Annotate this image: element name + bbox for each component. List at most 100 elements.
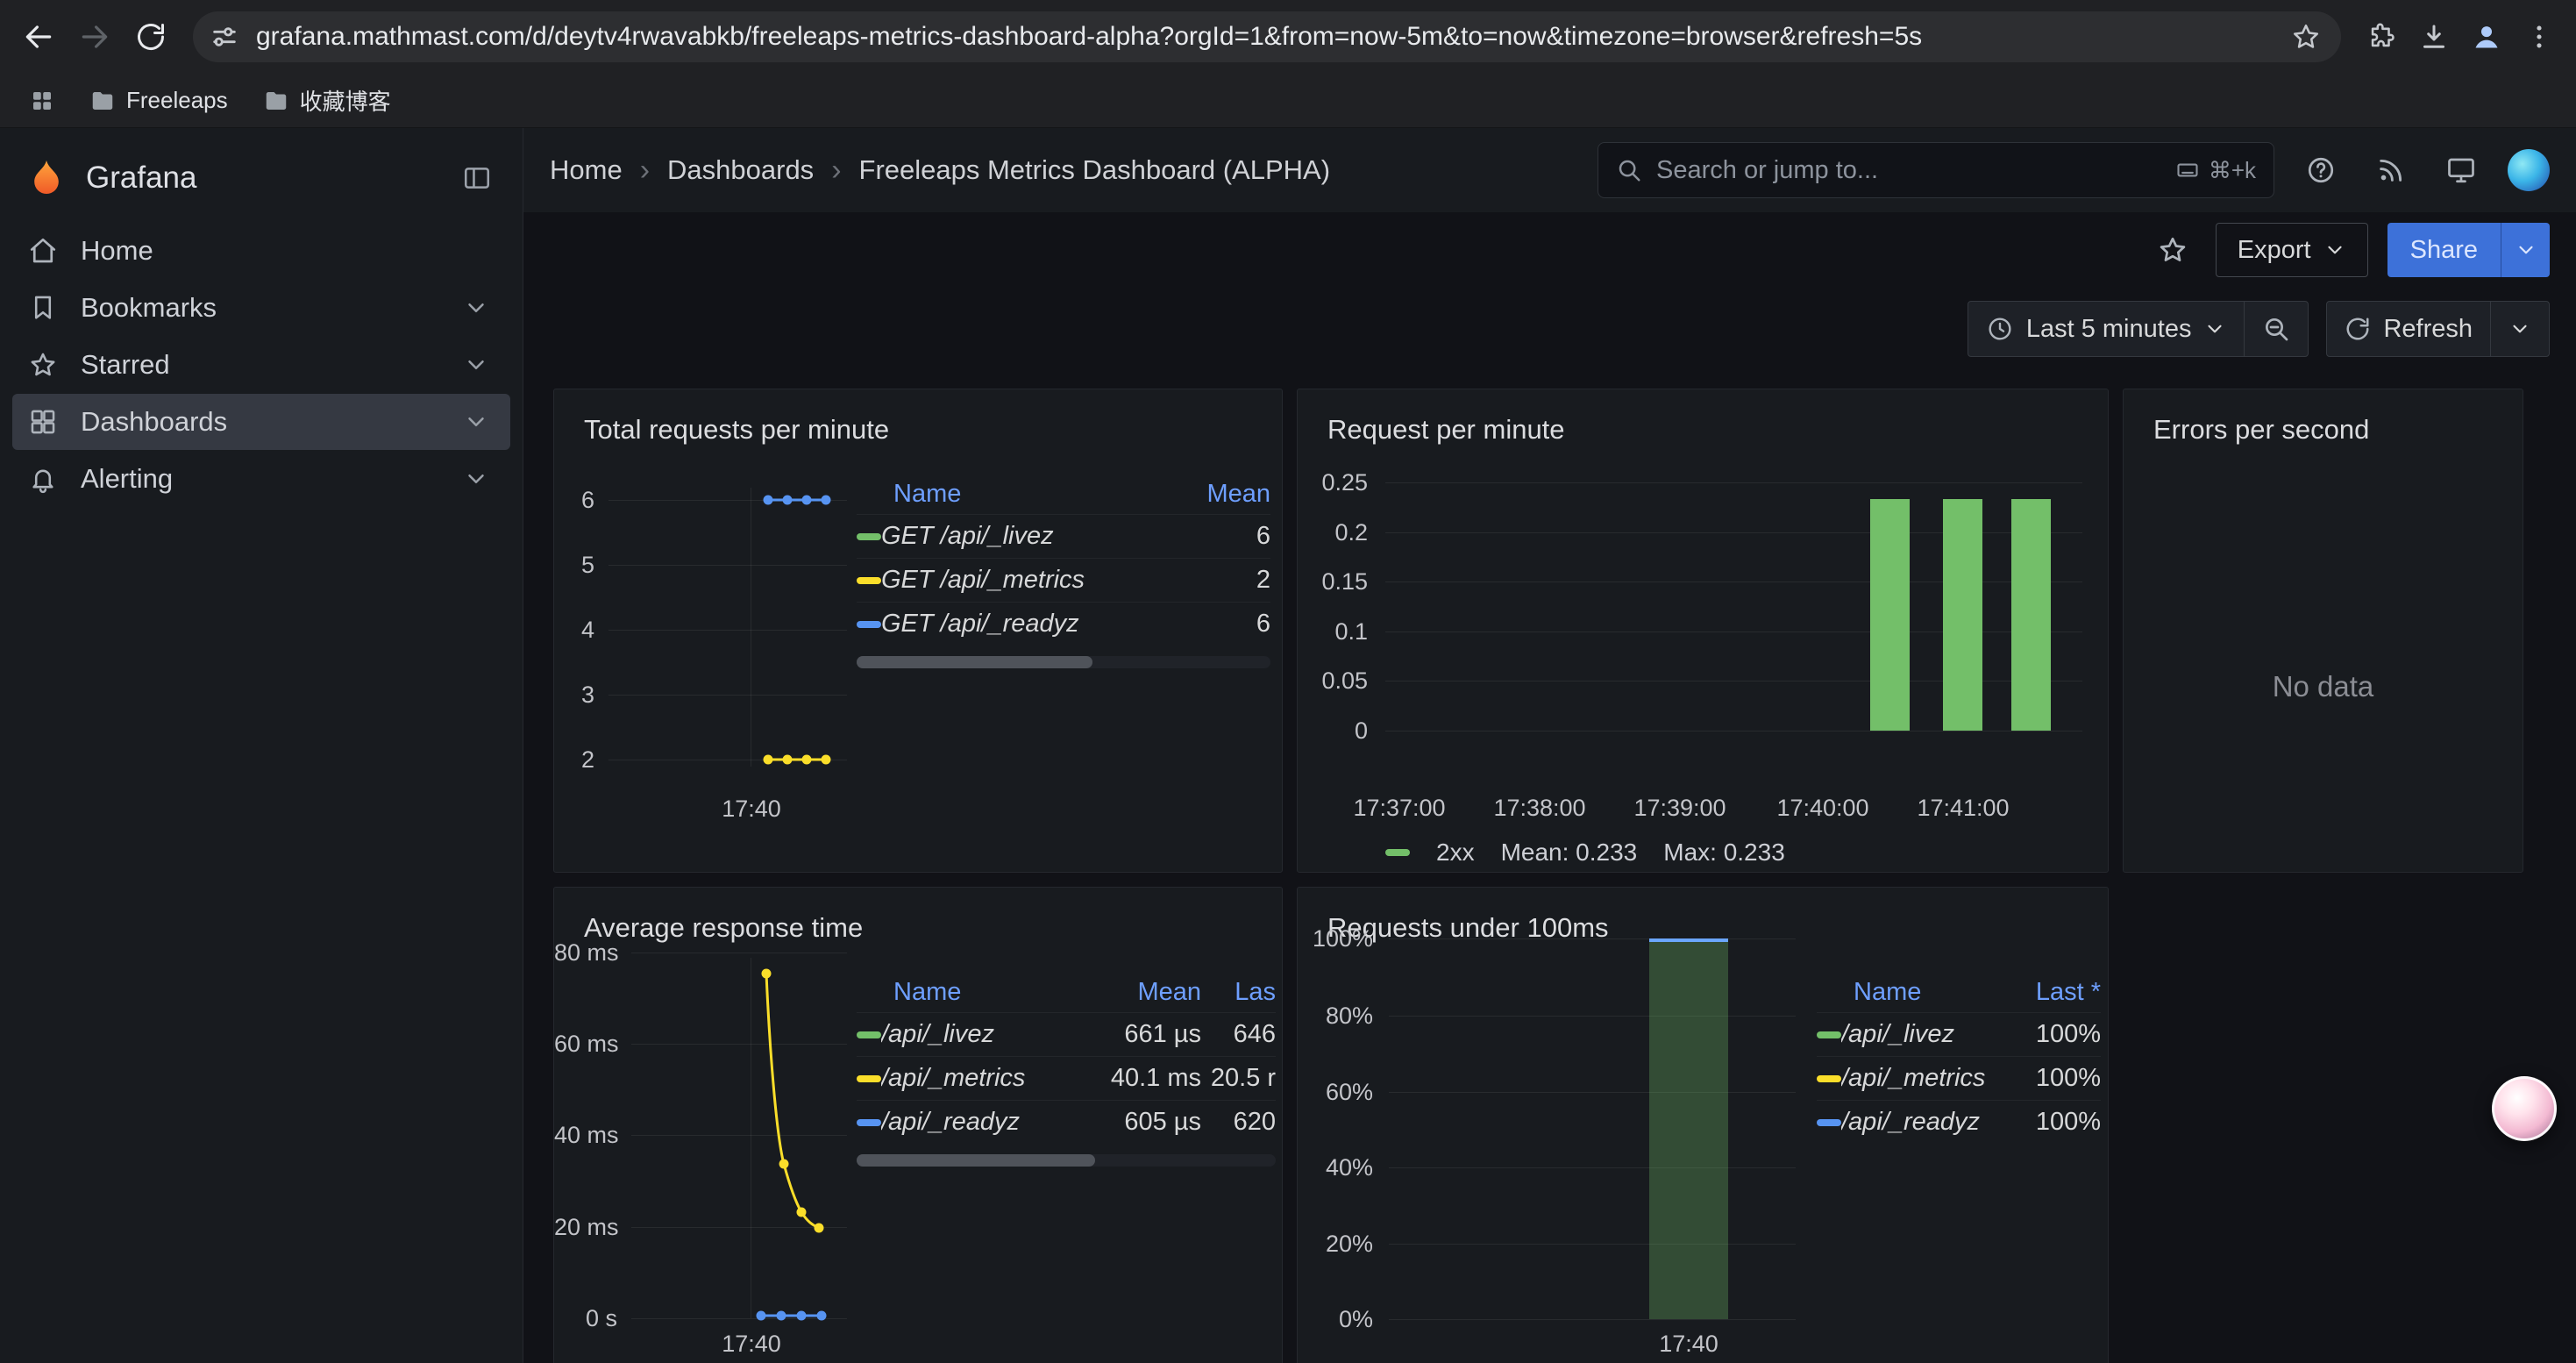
user-avatar[interactable] <box>2508 149 2550 191</box>
col-mean[interactable]: Mean <box>1165 480 1270 509</box>
refresh-interval-button[interactable] <box>2490 302 2549 356</box>
export-button[interactable]: Export <box>2216 223 2368 277</box>
panel-title[interactable]: Errors per second <box>2124 389 2523 446</box>
floating-assistant-avatar[interactable] <box>2492 1076 2557 1141</box>
sidebar-item-alerting[interactable]: Alerting <box>12 451 510 507</box>
breadcrumb-dashboards[interactable]: Dashboards <box>667 154 814 186</box>
sidebar-item-label: Starred <box>81 349 170 381</box>
search-box[interactable]: ⌘+k <box>1598 142 2274 198</box>
forward-button[interactable] <box>70 12 119 61</box>
favorite-dashboard-button[interactable] <box>2149 226 2196 274</box>
x-tick: 17:37:00 <box>1329 794 1469 822</box>
browser-chrome: Freeleaps 收藏博客 <box>0 0 2576 128</box>
y-tick: 4 <box>554 616 594 644</box>
col-last[interactable]: Las <box>1201 978 1276 1007</box>
table-row[interactable]: /api/_livez 100% <box>1817 1012 2101 1056</box>
table-scrollbar[interactable] <box>857 1154 1276 1167</box>
kiosk-mode-button[interactable] <box>2437 146 2485 194</box>
sidebar-item-dashboards[interactable]: Dashboards <box>12 394 510 450</box>
sidebar-item-label: Home <box>81 235 153 267</box>
collapse-sidebar-button[interactable] <box>454 155 500 201</box>
tune-icon <box>210 22 239 52</box>
panel-title[interactable]: Requests under 100ms <box>1298 888 2108 944</box>
gridline <box>608 565 847 566</box>
table-row[interactable]: /api/_livez 661 µs 646 <box>857 1012 1276 1056</box>
panel-title[interactable]: Average response time <box>554 888 1282 944</box>
col-name[interactable]: Name <box>893 480 1165 509</box>
overflow-menu-icon <box>2524 22 2554 52</box>
share-label: Share <box>2387 223 2501 277</box>
y-tick: 80% <box>1298 1002 1373 1030</box>
apps-shortcut-button[interactable] <box>19 78 65 124</box>
download-icon <box>2418 21 2450 53</box>
search-input[interactable] <box>1656 156 2161 185</box>
legend: 2xx Mean: 0.233 Max: 0.233 <box>1385 838 1785 867</box>
series-swatch-blue <box>1817 1119 1841 1126</box>
bookmark-item-blogs[interactable]: 收藏博客 <box>253 81 402 120</box>
time-picker-group: Last 5 minutes <box>1968 301 2309 357</box>
table-row[interactable]: GET /api/_livez 6 <box>857 514 1270 558</box>
table-row[interactable]: GET /api/_readyz 6 <box>857 602 1270 646</box>
table-row[interactable]: /api/_readyz 100% <box>1817 1100 2101 1144</box>
news-button[interactable] <box>2367 146 2415 194</box>
panel-title[interactable]: Request per minute <box>1298 389 2108 446</box>
bar-under-100ms[interactable] <box>1649 938 1728 1319</box>
browser-menu-button[interactable] <box>2516 14 2562 60</box>
breadcrumb-home[interactable]: Home <box>550 154 623 186</box>
legend-table: Name Mean Las /api/_livez 661 µs 646 /ap… <box>857 972 1276 1167</box>
export-label: Export <box>2238 236 2311 265</box>
scrollbar-thumb[interactable] <box>857 656 1092 668</box>
url-bar[interactable] <box>193 11 2341 62</box>
table-scrollbar[interactable] <box>857 656 1270 668</box>
gridline <box>1389 1167 1796 1168</box>
breadcrumb-separator: › <box>640 155 650 185</box>
table-row[interactable]: GET /api/_metrics 2 <box>857 558 1270 602</box>
y-tick: 40 ms <box>554 1121 617 1149</box>
url-input[interactable] <box>256 22 2274 52</box>
scrollbar-thumb[interactable] <box>857 1154 1095 1167</box>
table-row[interactable]: /api/_metrics 40.1 ms 20.5 r <box>857 1056 1276 1100</box>
col-last[interactable]: Last * <box>2004 978 2101 1007</box>
sidebar-item-bookmarks[interactable]: Bookmarks <box>12 280 510 336</box>
bar-2xx[interactable] <box>1943 499 1982 731</box>
legend-series[interactable]: 2xx <box>1436 838 1475 867</box>
series-swatch-blue <box>857 1119 881 1126</box>
dashboards-grid-icon <box>28 407 58 437</box>
help-button[interactable] <box>2297 146 2345 194</box>
dashboard-canvas: Total requests per minute 6 5 4 3 2 <box>523 370 2576 1363</box>
y-tick: 0% <box>1298 1305 1373 1333</box>
back-button[interactable] <box>14 12 63 61</box>
browser-profile-button[interactable] <box>2464 14 2509 60</box>
refresh-button[interactable]: Refresh <box>2327 302 2490 356</box>
time-range-button[interactable]: Last 5 minutes <box>1968 302 2245 356</box>
x-tick: 17:40:00 <box>1753 794 1893 822</box>
site-settings-button[interactable] <box>202 14 247 60</box>
bar-2xx[interactable] <box>2011 499 2051 731</box>
col-name[interactable]: Name <box>893 978 1070 1007</box>
back-arrow-icon <box>22 20 55 54</box>
extensions-button[interactable] <box>2359 14 2404 60</box>
bookmark-page-button[interactable] <box>2283 14 2329 60</box>
sidebar-item-starred[interactable]: Starred <box>12 337 510 393</box>
table-row[interactable]: /api/_metrics 100% <box>1817 1056 2101 1100</box>
refresh-label: Refresh <box>2383 315 2473 344</box>
sidebar-item-home[interactable]: Home <box>12 223 510 279</box>
chevron-down-icon <box>2515 239 2537 261</box>
bar-2xx[interactable] <box>1870 499 1910 731</box>
rss-icon <box>2376 155 2406 185</box>
table-row[interactable]: /api/_readyz 605 µs 620 <box>857 1100 1276 1144</box>
downloads-button[interactable] <box>2411 14 2457 60</box>
extensions-puzzle-icon <box>2366 22 2396 52</box>
x-tick: 17:40 <box>1649 1330 1728 1358</box>
bookmark-item-freeleaps[interactable]: Freeleaps <box>79 83 238 118</box>
reload-button[interactable] <box>126 12 175 61</box>
panel-total-requests: Total requests per minute 6 5 4 3 2 <box>553 389 1283 873</box>
share-menu-button[interactable] <box>2501 223 2550 277</box>
zoom-out-button[interactable] <box>2244 302 2308 356</box>
col-mean[interactable]: Mean <box>1070 978 1201 1007</box>
sidebar-item-label: Bookmarks <box>81 292 217 324</box>
col-name[interactable]: Name <box>1854 978 2004 1007</box>
share-button[interactable]: Share <box>2387 223 2550 277</box>
chevron-down-icon <box>463 466 489 492</box>
panel-title[interactable]: Total requests per minute <box>554 389 1282 446</box>
